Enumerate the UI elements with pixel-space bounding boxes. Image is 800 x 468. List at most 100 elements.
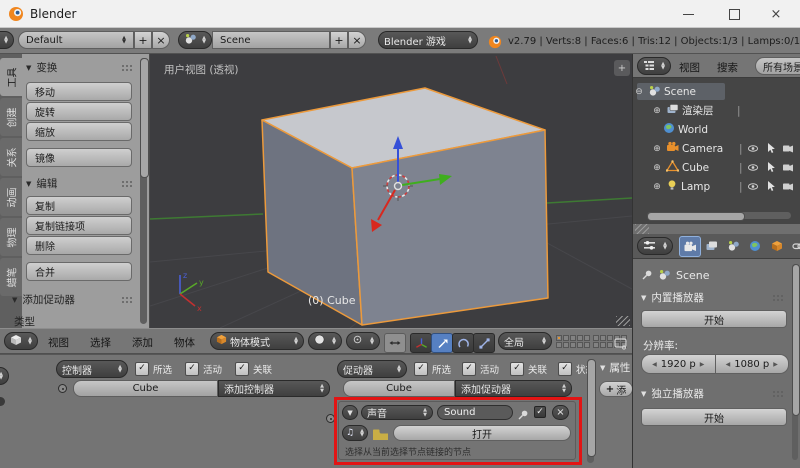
editor-type-dropdown-properties[interactable]: ▲ ▼	[637, 237, 673, 255]
standalone-start-button[interactable]: 开始	[641, 408, 787, 426]
outliner-scope-dropdown[interactable]: 所有场景	[755, 57, 800, 75]
add-actuator-panel-header[interactable]: ▼ 添加促动器	[12, 292, 75, 307]
controllers-filter-link[interactable]: ✓ 关联	[235, 362, 272, 376]
panel-drag-dots-icon[interactable]	[773, 391, 775, 393]
expand-icon[interactable]: ⊕	[651, 144, 663, 154]
close-layout-button[interactable]: ×	[152, 31, 170, 49]
panel-drag-dots-icon[interactable]	[773, 295, 775, 297]
tab-tools[interactable]: 工具	[0, 58, 22, 96]
restrict-view-eye-icon[interactable]	[747, 143, 759, 157]
outliner-menu-view[interactable]: 视图	[679, 60, 700, 75]
actuators-filter-link[interactable]: ✓ 关联	[510, 362, 547, 376]
close-button[interactable]: ×	[756, 0, 796, 28]
screen-layout-selector[interactable]: Default ▲ ▼	[18, 31, 134, 49]
restrict-select-cursor-icon[interactable]	[765, 161, 776, 176]
add-scene-button[interactable]: +	[330, 31, 348, 49]
transform-orientation-dropdown[interactable]: 全局 ▲ ▼	[498, 332, 552, 350]
mode-selector[interactable]: 物体模式 ▲ ▼	[210, 332, 304, 350]
translate-button[interactable]: 移动	[26, 82, 132, 101]
add-game-property-button[interactable]: + 添	[599, 381, 632, 397]
join-button[interactable]: 合并	[26, 262, 132, 281]
outliner-row-cube[interactable]: ⊕ Cube |	[633, 158, 800, 177]
tab-create[interactable]: 创建	[0, 98, 22, 136]
region-corner[interactable]	[616, 316, 630, 326]
tab-render[interactable]	[679, 236, 701, 257]
tab-physics[interactable]: 物理	[0, 218, 22, 256]
menu-select[interactable]: 选择	[90, 335, 111, 350]
manipulator-toggle-button[interactable]	[384, 333, 406, 353]
collapse-icon[interactable]: ⊖	[633, 87, 645, 97]
scene-browse-dropdown[interactable]: ▲ ▼	[178, 31, 212, 49]
tab-render-layers[interactable]	[701, 236, 721, 255]
restrict-view-eye-icon[interactable]	[747, 162, 759, 176]
sensors-column-fragment[interactable]: ▲▼	[0, 367, 9, 385]
editor-type-dropdown-info[interactable]: ▲ ▼	[0, 31, 14, 49]
tab-grease-pencil[interactable]: 蜡笔	[0, 258, 22, 296]
tab-object[interactable]	[767, 236, 787, 255]
add-actuator-dropdown[interactable]: 添加促动器 ▲ ▼	[455, 380, 572, 397]
scale-manipulator-button[interactable]	[473, 333, 495, 353]
expand-region-button[interactable]: +	[614, 60, 630, 76]
duplicate-linked-button[interactable]: 复制链接项	[26, 216, 132, 235]
logic-scrollbar[interactable]	[587, 359, 596, 463]
embedded-player-panel-header[interactable]: ▼ 内置播放器	[641, 290, 704, 305]
open-folder-icon[interactable]	[372, 426, 389, 445]
outliner-row-scene[interactable]: ⊖ Scene	[633, 82, 800, 101]
add-layout-button[interactable]: +	[134, 31, 152, 49]
tab-world[interactable]	[745, 236, 765, 255]
menu-object[interactable]: 物体	[174, 335, 195, 350]
scene-name-field[interactable]: Scene	[212, 31, 330, 49]
tab-relations[interactable]: 关系	[0, 138, 22, 176]
tab-constraints[interactable]	[789, 236, 800, 255]
outliner-row-lamp[interactable]: ⊕ Lamp |	[633, 177, 800, 196]
menu-view[interactable]: 视图	[48, 335, 69, 350]
outliner-row-camera[interactable]: ⊕ Camera |	[633, 139, 800, 158]
scrollbar-thumb[interactable]	[587, 359, 596, 457]
viewport-shading-dropdown[interactable]: ▲ ▼	[308, 332, 342, 350]
restrict-render-camera-icon[interactable]	[782, 181, 794, 195]
actuator-link-radio[interactable]	[326, 414, 335, 423]
pin-icon[interactable]	[641, 266, 653, 285]
restrict-select-cursor-icon[interactable]	[765, 142, 776, 157]
embedded-start-button[interactable]: 开始	[641, 310, 787, 328]
properties-scrollbar[interactable]	[792, 264, 800, 460]
restrict-render-camera-icon[interactable]	[782, 143, 794, 157]
standalone-player-panel-header[interactable]: ▼ 独立播放器	[641, 386, 704, 401]
outliner-scrollbar[interactable]	[647, 212, 791, 221]
menu-add[interactable]: 添加	[132, 335, 153, 350]
resolution-x-stepper[interactable]: ◀ 1920 p ▶	[641, 354, 716, 374]
pin-icon[interactable]	[517, 406, 529, 425]
collapse-actuator-button[interactable]: ▼	[342, 405, 358, 420]
editor-type-dropdown-3dview[interactable]: ▲ ▼	[4, 332, 38, 350]
3d-viewport[interactable]: z y x 用户视图 (透视) (0) Cube +	[149, 54, 633, 329]
outliner-menu-search[interactable]: 搜索	[717, 60, 738, 75]
translate-manipulator-button[interactable]	[431, 333, 453, 353]
transform-panel-header[interactable]: ▼ 变换	[26, 60, 57, 75]
panel-drag-dots-icon[interactable]	[122, 297, 124, 299]
restrict-view-eye-icon[interactable]	[747, 181, 759, 195]
expand-icon[interactable]: ⊕	[651, 163, 663, 173]
sound-datablock-dropdown[interactable]: ♫ ▲ ▼	[342, 425, 368, 441]
mirror-button[interactable]: 镜像	[26, 148, 132, 167]
actuators-filter-act[interactable]: ✓ 活动	[462, 362, 499, 376]
maximize-button[interactable]	[714, 0, 754, 28]
lock-to-scene-icon[interactable]	[614, 335, 628, 354]
tab-scene[interactable]	[723, 236, 743, 255]
engine-selector[interactable]: Blender 游戏 ▲ ▼	[378, 31, 478, 49]
edit-panel-header[interactable]: ▼ 编辑	[26, 176, 57, 191]
actuators-filter-sel[interactable]: ✓ 所选	[414, 362, 451, 376]
add-controller-dropdown[interactable]: 添加控制器 ▲ ▼	[218, 380, 330, 397]
duplicate-button[interactable]: 复制	[26, 196, 132, 215]
expand-icon[interactable]: ⊕	[651, 182, 663, 192]
outliner-row-render-layers[interactable]: ⊕ 渲染层 |	[633, 101, 800, 120]
resolution-y-stepper[interactable]: ◀ 1080 p ▶	[715, 354, 789, 374]
controllers-filter-act[interactable]: ✓ 活动	[185, 362, 222, 376]
restrict-select-cursor-icon[interactable]	[765, 180, 776, 195]
scrollbar-thumb[interactable]	[792, 264, 800, 416]
controllers-object-radio[interactable]	[58, 384, 67, 393]
open-sound-button[interactable]: 打开	[393, 425, 571, 441]
close-scene-button[interactable]: ×	[348, 31, 366, 49]
rotate-button[interactable]: 旋转	[26, 102, 132, 121]
scale-button[interactable]: 缩放	[26, 122, 132, 141]
controllers-filter-sel[interactable]: ✓ 所选	[135, 362, 172, 376]
